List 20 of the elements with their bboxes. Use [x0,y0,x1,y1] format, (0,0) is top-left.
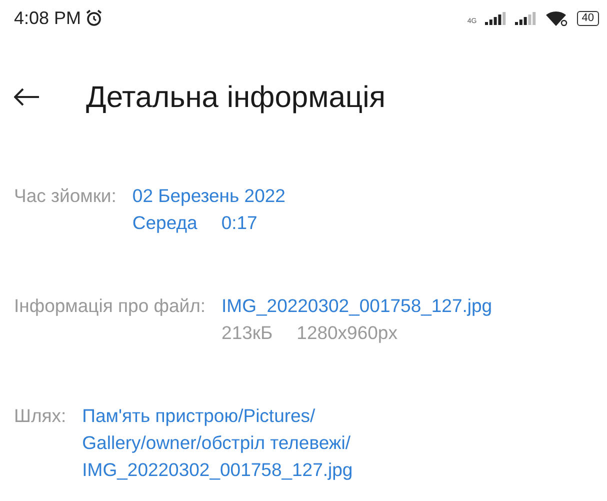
detail-value: IMG_20220302_001758_127.jpg [222,294,492,318]
detail-value: Середа [132,211,198,235]
alarm-icon [85,9,104,27]
detail-value: 213кБ [222,321,273,345]
detail-label: Час зйомки: [14,184,116,208]
detail-value: 0:17 [221,211,258,235]
detail-value: Gallery/owner/обстріл телевежі/ [82,431,351,455]
detail-value: 02 Березень 2022 [132,184,286,208]
battery-indicator: 40 [576,10,599,26]
detail-value: IMG_20220302_001758_127.jpg [82,458,353,482]
detail-value: 1280x960px [296,321,398,345]
signal-icon [514,11,537,25]
wifi-icon [544,10,569,26]
page-title: Детальна інформація [86,80,386,116]
signal-icon [484,11,507,25]
detail-value: Пам'ять пристрою/Pictures/ [82,404,316,428]
back-button[interactable] [14,88,40,106]
detail-label: Шлях: [14,404,66,428]
status-time: 4:08 PM [14,6,82,30]
detail-label: Інформація про файл: [14,294,206,318]
